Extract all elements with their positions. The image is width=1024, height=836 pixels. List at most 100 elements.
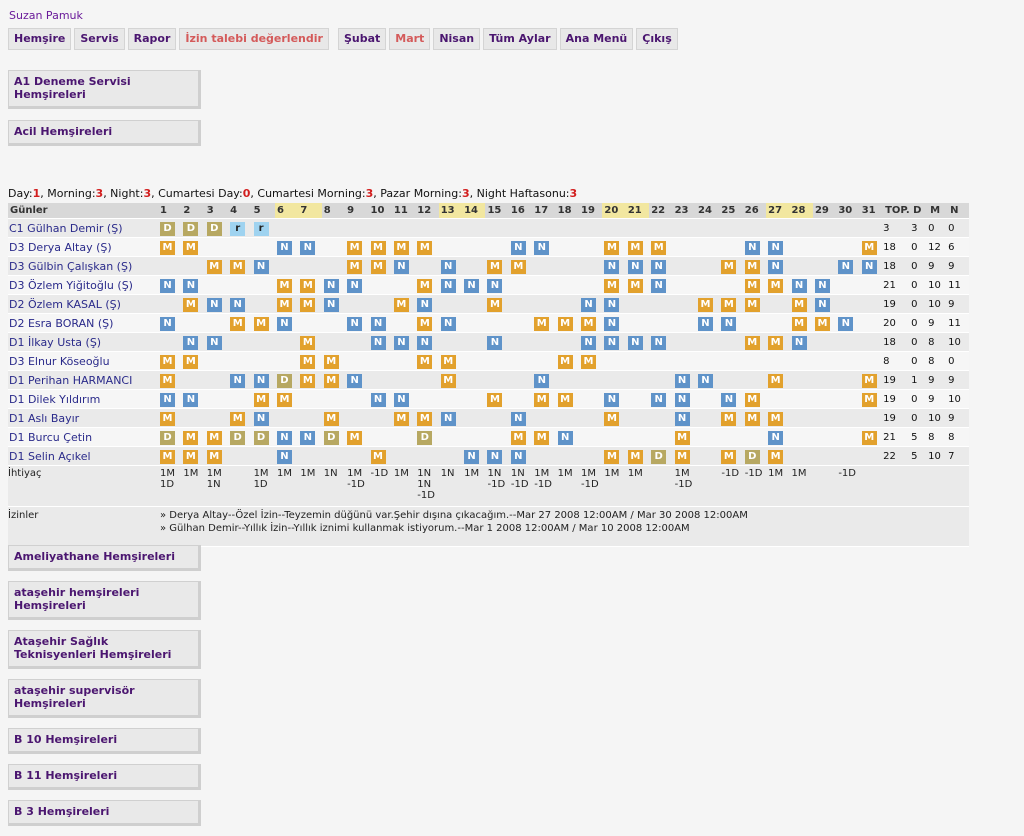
menu-rapor[interactable]: Rapor <box>127 28 177 50</box>
shift-cell[interactable] <box>836 427 860 447</box>
shift-cell[interactable] <box>719 332 743 352</box>
shift-cell[interactable]: N <box>649 256 673 276</box>
shift-cell[interactable]: N <box>158 389 182 409</box>
shift-cell[interactable] <box>251 294 275 314</box>
shift-cell[interactable]: M <box>742 332 767 352</box>
shift-cell[interactable] <box>485 427 509 447</box>
shift-cell[interactable] <box>859 275 884 295</box>
shift-cell[interactable] <box>462 370 486 390</box>
shift-cell[interactable]: M <box>485 294 509 314</box>
shift-cell[interactable] <box>625 351 650 371</box>
shift-cell[interactable] <box>485 313 509 333</box>
shift-cell[interactable] <box>742 370 767 390</box>
shift-cell[interactable] <box>415 446 439 466</box>
shift-cell[interactable] <box>836 237 860 257</box>
shift-cell[interactable] <box>719 275 743 295</box>
shift-cell[interactable] <box>508 389 533 409</box>
shift-cell[interactable]: D <box>415 427 439 447</box>
shift-cell[interactable]: M <box>719 408 743 428</box>
shift-cell[interactable]: M <box>672 427 696 447</box>
shift-cell[interactable]: N <box>766 256 790 276</box>
izin-entry[interactable]: » Derya Altay--Özel İzin--Teyzemin düğün… <box>160 509 969 522</box>
shift-cell[interactable] <box>462 351 486 371</box>
shift-cell[interactable] <box>228 351 252 371</box>
shift-cell[interactable] <box>485 218 509 238</box>
shift-cell[interactable]: r <box>251 218 275 238</box>
shift-cell[interactable]: M <box>391 237 416 257</box>
shift-cell[interactable]: N <box>158 313 182 333</box>
shift-cell[interactable] <box>836 332 860 352</box>
shift-cell[interactable] <box>228 237 252 257</box>
shift-cell[interactable]: N <box>274 427 299 447</box>
shift-cell[interactable]: M <box>485 256 509 276</box>
shift-cell[interactable] <box>321 389 346 409</box>
shift-cell[interactable]: N <box>555 427 580 447</box>
shift-cell[interactable]: M <box>766 370 790 390</box>
shift-cell[interactable] <box>181 256 205 276</box>
shift-cell[interactable] <box>555 446 580 466</box>
shift-cell[interactable]: N <box>438 275 463 295</box>
shift-cell[interactable]: N <box>508 237 533 257</box>
shift-cell[interactable] <box>649 294 673 314</box>
shift-cell[interactable] <box>836 351 860 371</box>
shift-cell[interactable] <box>836 218 860 238</box>
shift-cell[interactable] <box>345 389 369 409</box>
shift-cell[interactable]: D <box>251 427 275 447</box>
shift-cell[interactable] <box>555 370 580 390</box>
section-a1-deneme[interactable]: A1 Deneme Servisi Hemşireleri <box>8 70 201 109</box>
shift-cell[interactable] <box>789 446 813 466</box>
shift-cell[interactable] <box>625 427 650 447</box>
shift-cell[interactable] <box>859 218 884 238</box>
shift-cell[interactable]: M <box>321 351 346 371</box>
section-atasehir-supervisor[interactable]: ataşehir supervisör Hemşireleri <box>8 679 201 718</box>
shift-cell[interactable] <box>298 389 322 409</box>
shift-cell[interactable] <box>298 408 322 428</box>
shift-cell[interactable] <box>274 256 299 276</box>
shift-cell[interactable] <box>415 218 439 238</box>
shift-cell[interactable]: M <box>298 351 322 371</box>
shift-cell[interactable] <box>649 351 673 371</box>
shift-cell[interactable]: M <box>602 275 626 295</box>
shift-cell[interactable] <box>836 370 860 390</box>
shift-cell[interactable]: M <box>859 427 884 447</box>
shift-cell[interactable]: M <box>345 237 369 257</box>
shift-cell[interactable] <box>251 351 275 371</box>
shift-cell[interactable]: M <box>391 408 416 428</box>
shift-cell[interactable]: D <box>742 446 767 466</box>
shift-cell[interactable]: N <box>532 237 556 257</box>
shift-cell[interactable] <box>836 446 860 466</box>
shift-cell[interactable]: M <box>158 370 182 390</box>
shift-cell[interactable] <box>415 370 439 390</box>
shift-cell[interactable] <box>812 237 837 257</box>
shift-cell[interactable] <box>555 332 580 352</box>
shift-cell[interactable]: M <box>789 294 813 314</box>
shift-cell[interactable]: M <box>579 313 603 333</box>
shift-cell[interactable] <box>204 313 229 333</box>
shift-cell[interactable] <box>391 275 416 295</box>
shift-cell[interactable] <box>508 313 533 333</box>
menu-servis[interactable]: Servis <box>74 28 125 50</box>
shift-cell[interactable]: M <box>766 332 790 352</box>
shift-cell[interactable] <box>766 218 790 238</box>
shift-cell[interactable] <box>602 370 626 390</box>
shift-cell[interactable] <box>204 237 229 257</box>
shift-cell[interactable]: N <box>462 446 486 466</box>
shift-cell[interactable]: M <box>602 446 626 466</box>
shift-cell[interactable] <box>298 218 322 238</box>
shift-cell[interactable]: N <box>462 275 486 295</box>
shift-cell[interactable] <box>298 256 322 276</box>
shift-cell[interactable] <box>462 218 486 238</box>
shift-cell[interactable]: N <box>812 275 837 295</box>
shift-cell[interactable]: M <box>532 313 556 333</box>
shift-cell[interactable] <box>368 275 392 295</box>
shift-cell[interactable]: N <box>415 332 439 352</box>
shift-cell[interactable] <box>719 370 743 390</box>
section-b11[interactable]: B 11 Hemşireleri <box>8 764 201 790</box>
shift-cell[interactable] <box>204 351 229 371</box>
shift-cell[interactable]: N <box>368 313 392 333</box>
menu-nisan[interactable]: Nisan <box>433 28 481 50</box>
section-b10[interactable]: B 10 Hemşireleri <box>8 728 201 754</box>
shift-cell[interactable]: N <box>812 294 837 314</box>
shift-cell[interactable] <box>695 446 720 466</box>
shift-cell[interactable] <box>625 370 650 390</box>
